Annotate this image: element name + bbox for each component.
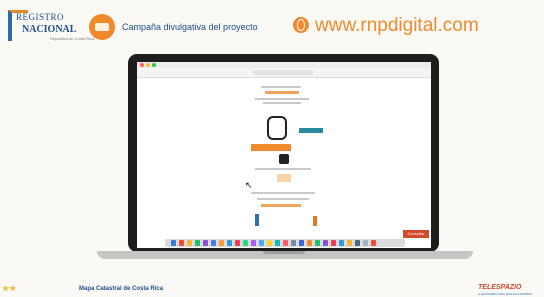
laptop-screen: ↖ Consultar [137, 62, 431, 248]
dock-app-icon[interactable] [171, 240, 176, 246]
highlight-line [261, 204, 301, 207]
cursor-icon: ↖ [245, 180, 253, 190]
dock-app-icon[interactable] [339, 240, 344, 246]
dock-app-icon[interactable] [187, 240, 192, 246]
dock-app-icon[interactable] [235, 240, 240, 246]
footer-text: Mapa Catastral de Costa Rica [79, 286, 164, 292]
dock-app-icon[interactable] [179, 240, 184, 246]
dock-app-icon[interactable] [347, 240, 352, 246]
highlight-box [251, 144, 291, 151]
person-illustration [255, 214, 259, 226]
dock-app-icon[interactable] [251, 240, 256, 246]
dock-app-icon[interactable] [275, 240, 280, 246]
dock-app-icon[interactable] [371, 240, 376, 246]
dock-app-icon[interactable] [315, 240, 320, 246]
book-icon [89, 14, 115, 40]
dock-app-icon[interactable] [203, 240, 208, 246]
logo-line1: REGISTRO [16, 12, 65, 22]
dock-app-icon[interactable] [211, 240, 216, 246]
close-dot-icon[interactable] [140, 63, 144, 67]
dock-app-icon[interactable] [299, 240, 304, 246]
dock-app-icon[interactable] [283, 240, 288, 246]
person-illustration [313, 216, 317, 226]
corner-button[interactable]: Consultar [403, 230, 429, 238]
text-line [263, 102, 301, 104]
campaign-title: Campaña divulgativa del proyecto [122, 22, 258, 32]
action-button[interactable] [299, 128, 323, 133]
maximize-dot-icon[interactable] [152, 63, 156, 67]
illustration-icon [267, 116, 287, 140]
minimize-dot-icon[interactable] [146, 63, 150, 67]
dock-app-icon[interactable] [195, 240, 200, 246]
logo-line3: República de Costa Rica [50, 36, 95, 41]
text-line [251, 192, 315, 194]
laptop-notch [263, 251, 305, 254]
footer-logo-icon: ★★ [2, 284, 17, 293]
logo-line2: NACIONAL [22, 24, 77, 35]
telespazio-logo: TELESPAZIO [478, 284, 522, 291]
globe-icon [293, 17, 309, 33]
dock-app-icon[interactable] [363, 240, 368, 246]
text-line [255, 168, 311, 170]
badge-graphic [277, 174, 291, 182]
text-line [257, 198, 309, 200]
highlight-line [265, 91, 299, 94]
dock-app-icon[interactable] [323, 240, 328, 246]
dock-app-icon[interactable] [291, 240, 296, 246]
website-url[interactable]: www.rnpdigital.com [315, 15, 479, 37]
text-line [261, 86, 301, 88]
text-line [255, 98, 309, 100]
dock-app-icon[interactable] [331, 240, 336, 246]
dock-app-icon[interactable] [307, 240, 312, 246]
dark-graphic [279, 154, 289, 164]
telespazio-subtitle: A LEONARDO AND THALES COMPANY [478, 292, 533, 296]
address-bar[interactable] [253, 70, 313, 75]
dock-app-icon[interactable] [227, 240, 232, 246]
dock-app-icon[interactable] [259, 240, 264, 246]
dock [165, 239, 405, 247]
dock-app-icon[interactable] [243, 240, 248, 246]
dock-app-icon[interactable] [355, 240, 360, 246]
dock-app-icon[interactable] [219, 240, 224, 246]
dock-app-icon[interactable] [267, 240, 272, 246]
